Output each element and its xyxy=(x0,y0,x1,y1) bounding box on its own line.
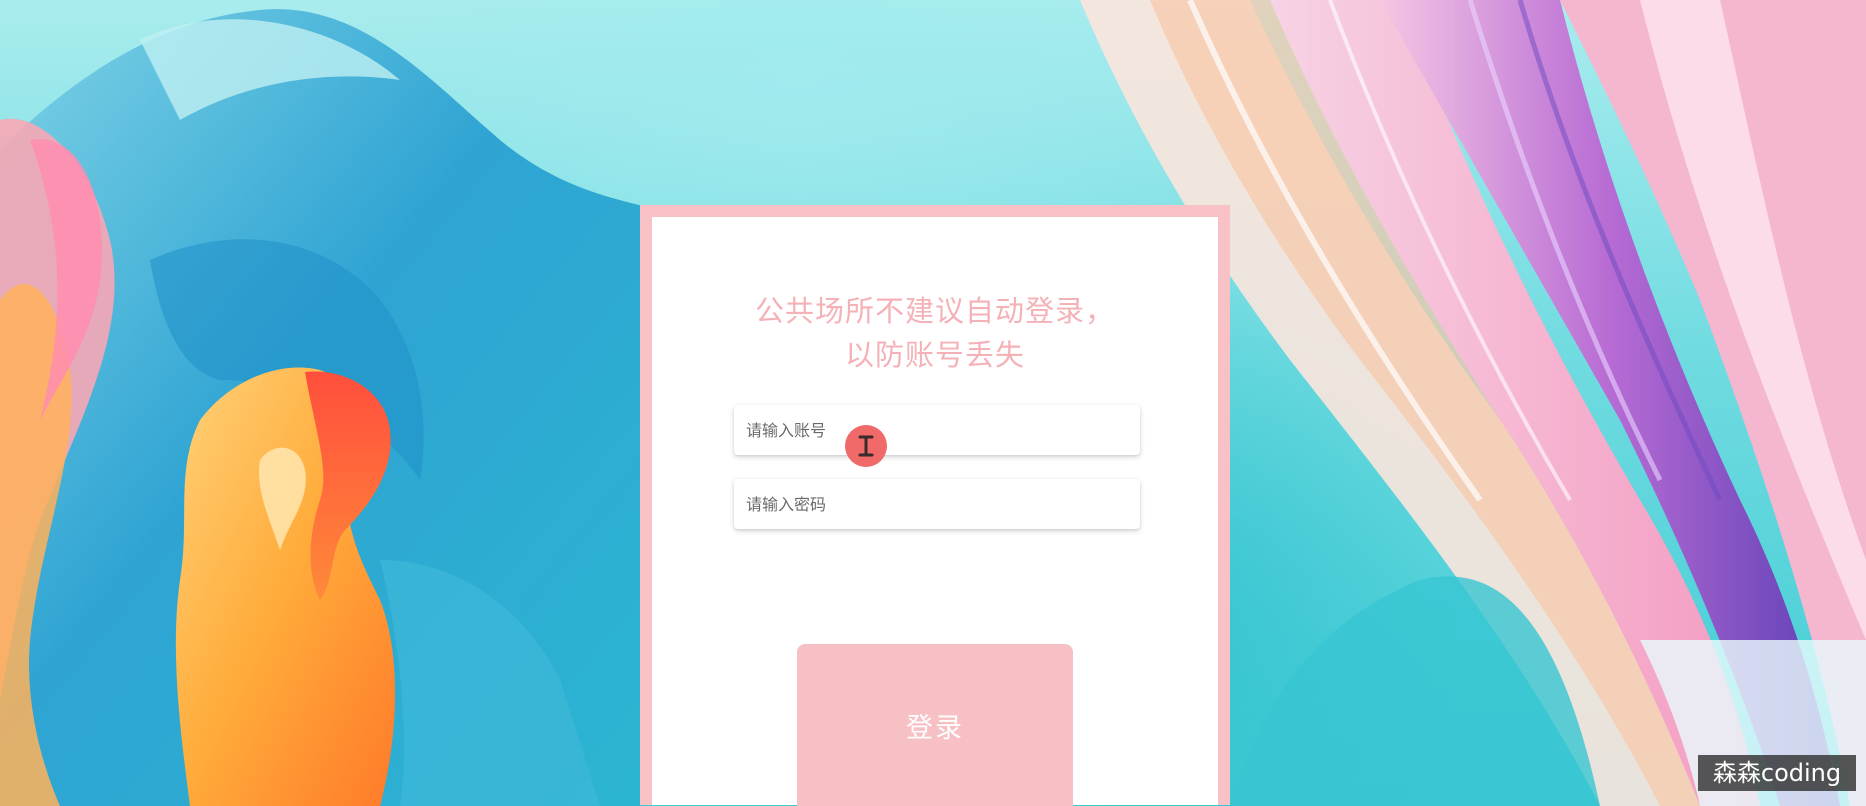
text-cursor-icon xyxy=(845,425,887,467)
notice-line-1: 公共场所不建议自动登录， xyxy=(754,294,1115,328)
login-button[interactable]: 登录 xyxy=(797,644,1073,806)
account-input[interactable] xyxy=(734,405,1140,455)
login-page: 公共场所不建议自动登录， 以防账号丢失 登录 森森coding xyxy=(0,0,1866,806)
notice-line-2: 以防账号丢失 xyxy=(844,338,1025,372)
password-input[interactable] xyxy=(734,479,1140,529)
login-notice: 公共场所不建议自动登录， 以防账号丢失 xyxy=(652,289,1218,377)
watermark-label: 森森coding xyxy=(1698,755,1856,791)
